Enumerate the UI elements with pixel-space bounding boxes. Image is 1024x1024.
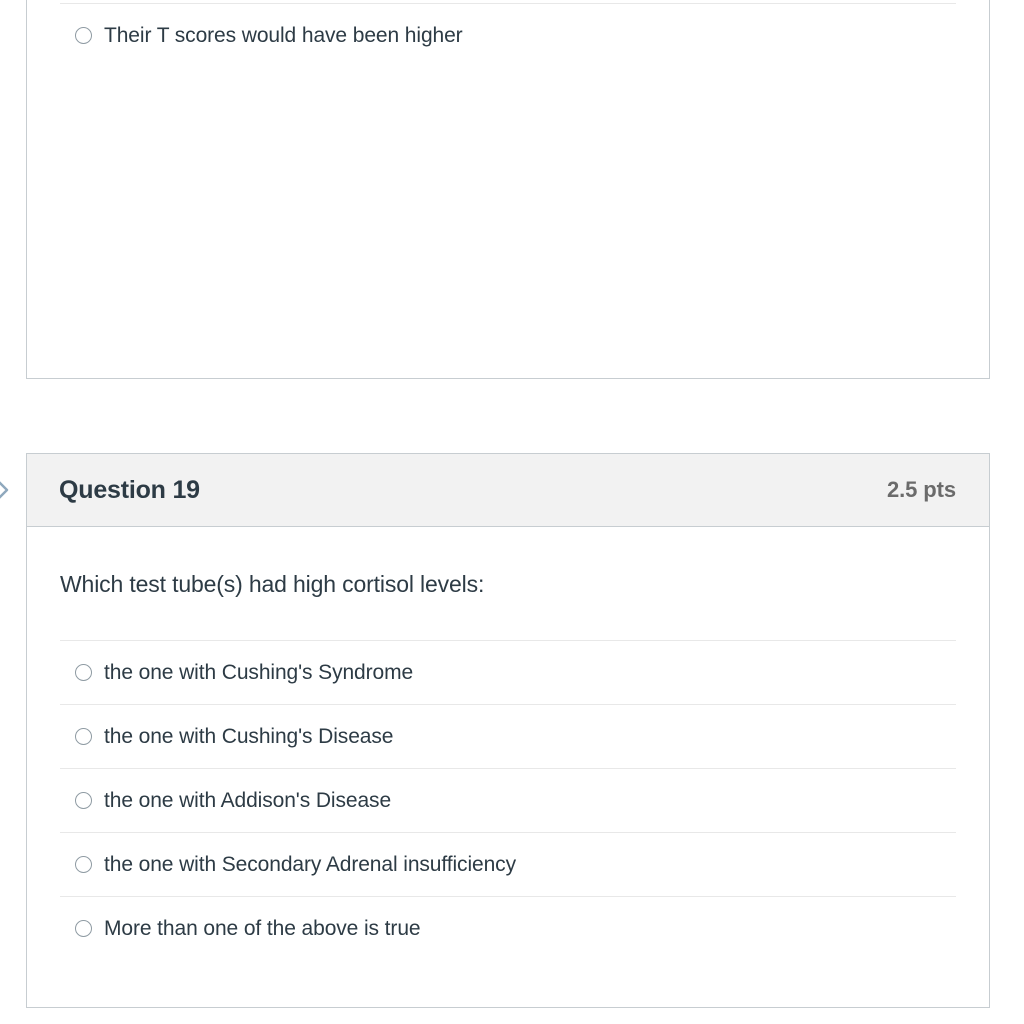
question-body: Why were ovariectomized rats used in the… xyxy=(27,0,989,67)
answer-option[interactable]: the one with Addison's Disease xyxy=(60,769,956,834)
question-card-19: Question 19 2.5 pts Which test tube(s) h… xyxy=(26,453,990,1008)
radio-button-icon[interactable] xyxy=(75,728,92,746)
question-body: Which test tube(s) had high cortisol lev… xyxy=(27,527,989,960)
answer-option-label: the one with Cushing's Syndrome xyxy=(104,660,414,684)
answer-option[interactable]: the one with Cushing's Disease xyxy=(60,705,956,770)
answer-option-label: the one with Addison's Disease xyxy=(104,788,392,812)
radio-button-icon[interactable] xyxy=(75,920,92,938)
answer-option[interactable]: Their T scores would have been higher xyxy=(60,4,956,67)
radio-button-icon[interactable] xyxy=(75,27,92,45)
answer-option[interactable]: the one with Secondary Adrenal insuffici… xyxy=(60,833,956,898)
answer-option-label: More than one of the above is true xyxy=(104,916,421,940)
answer-list: the one with Cushing's Syndrome the one … xyxy=(60,640,956,960)
radio-button-icon[interactable] xyxy=(75,792,92,810)
question-card-partial: Why were ovariectomized rats used in the… xyxy=(26,0,990,379)
question-prompt: Which test tube(s) had high cortisol lev… xyxy=(60,571,485,597)
question-header: Question 19 2.5 pts xyxy=(27,454,989,527)
question-navigator-chevron-right-icon[interactable] xyxy=(0,474,12,506)
question-title: Question 19 xyxy=(59,475,200,504)
answer-option-label: the one with Secondary Adrenal insuffici… xyxy=(104,852,516,876)
answer-option-label: the one with Cushing's Disease xyxy=(104,724,394,748)
quiz-page: Why were ovariectomized rats used in the… xyxy=(0,0,1024,1024)
answer-list: They no longer produce estrogen because … xyxy=(60,0,956,67)
question-points: 2.5 pts xyxy=(887,477,956,502)
radio-button-icon[interactable] xyxy=(75,664,92,682)
answer-option-label: Their T scores would have been higher xyxy=(104,23,463,47)
answer-option[interactable]: More than one of the above is true xyxy=(60,897,956,960)
radio-button-icon[interactable] xyxy=(75,856,92,874)
answer-option[interactable]: the one with Cushing's Syndrome xyxy=(60,641,956,706)
